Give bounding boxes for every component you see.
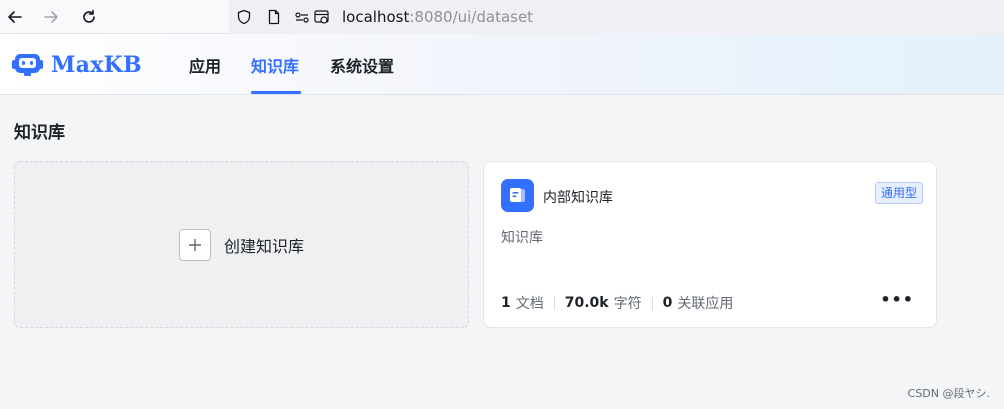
nav-item-knowledge-base[interactable]: 知识库 bbox=[251, 34, 299, 95]
logo[interactable]: MaxKB bbox=[12, 51, 142, 79]
page-title: 知识库 bbox=[14, 123, 65, 143]
document-icon bbox=[501, 179, 534, 212]
char-unit: 字符 bbox=[613, 296, 642, 312]
char-count: 70.0k bbox=[564, 295, 609, 311]
logo-text: MaxKB bbox=[51, 52, 142, 78]
doc-unit: 文档 bbox=[515, 296, 544, 312]
page-icon[interactable] bbox=[265, 8, 283, 26]
robot-logo-icon bbox=[12, 54, 43, 76]
stat-divider bbox=[553, 296, 555, 310]
stat-divider bbox=[651, 296, 653, 310]
watermark: CSDN @段ヤシ. bbox=[907, 387, 990, 400]
browser-toolbar: localhost:8080/ui/dataset bbox=[0, 0, 1004, 34]
app-count: 0 bbox=[662, 295, 673, 311]
knowledge-base-name: 内部知识库 bbox=[543, 190, 613, 206]
nav-item-system-settings[interactable]: 系统设置 bbox=[330, 34, 394, 95]
create-knowledge-base-label: 创建知识库 bbox=[223, 236, 304, 256]
shield-icon[interactable] bbox=[235, 8, 253, 26]
knowledge-base-card[interactable]: 内部知识库 通用型 知识库 1 文档 70.0k 字符 0 关联应用 ••• bbox=[483, 161, 937, 328]
url-text[interactable]: localhost:8080/ui/dataset bbox=[342, 7, 533, 27]
create-knowledge-base-card[interactable]: 创建知识库 bbox=[14, 161, 469, 328]
nav-item-label: 应用 bbox=[189, 56, 222, 76]
doc-count: 1 bbox=[501, 295, 511, 311]
type-badge: 通用型 bbox=[874, 182, 923, 204]
knowledge-base-description: 知识库 bbox=[501, 230, 543, 246]
more-options-icon[interactable]: ••• bbox=[880, 292, 914, 308]
nav-item-label: 知识库 bbox=[251, 56, 300, 76]
url-path: :8080/ui/dataset bbox=[409, 8, 534, 26]
back-arrow-icon[interactable] bbox=[5, 7, 25, 27]
forward-arrow-icon[interactable] bbox=[41, 7, 61, 27]
reload-icon[interactable] bbox=[79, 7, 99, 27]
active-nav-indicator bbox=[251, 91, 301, 94]
url-host: localhost bbox=[342, 8, 410, 26]
permissions-icon[interactable] bbox=[293, 8, 331, 26]
nav-item-applications[interactable]: 应用 bbox=[189, 34, 221, 95]
nav-item-label: 系统设置 bbox=[330, 56, 395, 76]
app-unit: 关联应用 bbox=[677, 296, 734, 312]
app-header: MaxKB 应用 知识库 系统设置 bbox=[0, 34, 1004, 95]
knowledge-base-stats: 1 文档 70.0k 字符 0 关联应用 bbox=[501, 293, 733, 313]
plus-icon bbox=[178, 228, 211, 261]
